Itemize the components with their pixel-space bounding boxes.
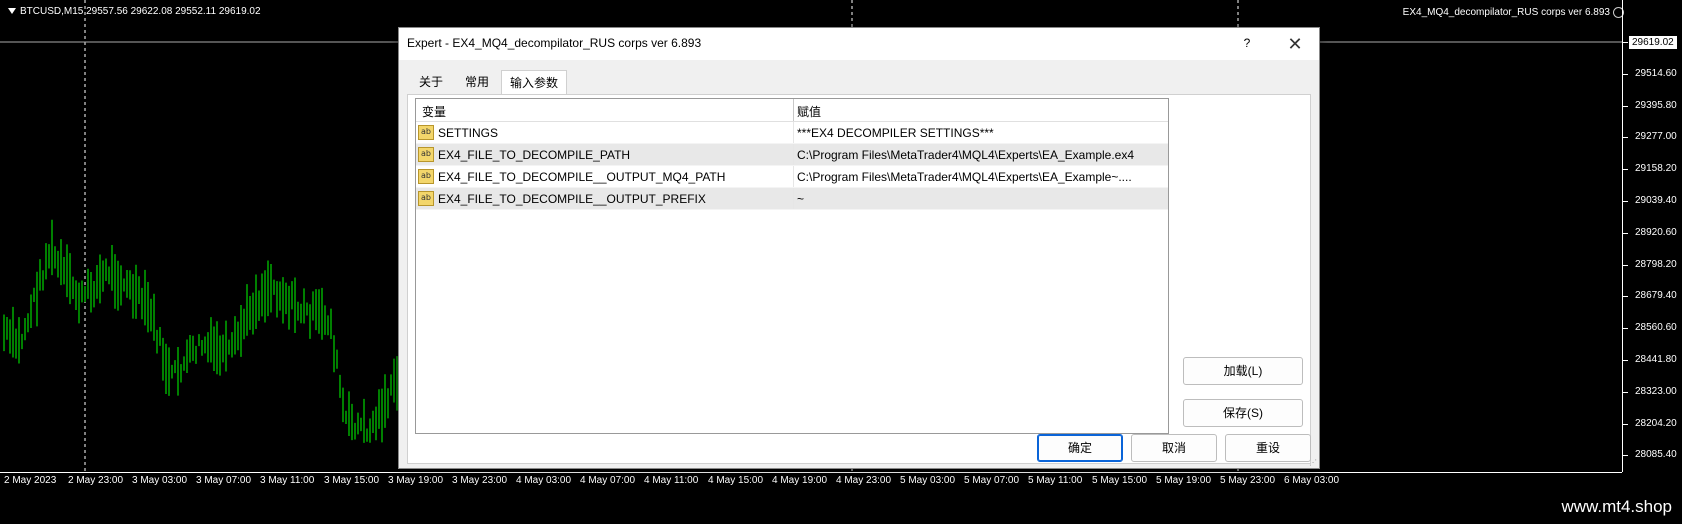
string-type-icon: ab (418, 125, 434, 140)
tab-about[interactable]: 关于 (413, 70, 449, 94)
time-tick-label: 4 May 19:00 (772, 475, 828, 486)
price-tick-label: 28204.20 (1623, 417, 1677, 429)
tab-inputs[interactable]: 输入参数 (501, 70, 568, 95)
price-tick-label: 28441.80 (1623, 354, 1677, 365)
time-tick-label: 3 May 07:00 (196, 475, 252, 486)
time-tick-label: 4 May 23:00 (836, 475, 892, 486)
time-tick-label: 3 May 03:00 (132, 475, 188, 486)
time-tick-label: 5 May 15:00 (1092, 475, 1148, 486)
table-row[interactable]: ab SETTINGS ***EX4 DECOMPILER SETTINGS**… (416, 122, 1168, 144)
save-button[interactable]: 保存(S) (1183, 399, 1303, 427)
price-axis: 29637.0029514.6029395.8029277.0029158.20… (1622, 0, 1682, 472)
price-tick-label: 29277.00 (1623, 131, 1677, 143)
string-type-icon: ab (418, 147, 434, 162)
current-price-label: 29619.02 (1629, 36, 1677, 49)
time-tick-label: 5 May 23:00 (1220, 475, 1276, 486)
expert-label: EX4_MQ4_decompilator_RUS corps ver 6.893 (1403, 7, 1624, 18)
time-axis: 2 May 2023 2 May 23:00 3 May 03:00 3 May 07… (0, 472, 1622, 493)
param-value[interactable]: ~ (797, 192, 1165, 206)
price-tick-label: 28679.40 (1623, 290, 1677, 302)
price-tick-label: 28085.40 (1623, 449, 1677, 461)
time-tick-label: 3 May 11:00 (260, 475, 315, 486)
table-row[interactable]: ab EX4_FILE_TO_DECOMPILE__OUTPUT_MQ4_PAT… (416, 166, 1168, 188)
time-tick-label: 5 May 07:00 (964, 475, 1020, 486)
param-value[interactable]: C:\Program Files\MetaTrader4\MQL4\Expert… (797, 148, 1165, 162)
param-name: EX4_FILE_TO_DECOMPILE__OUTPUT_MQ4_PATH (438, 170, 726, 184)
column-divider[interactable] (793, 99, 794, 121)
price-tick-label: 29039.40 (1623, 195, 1677, 206)
expert-label-text: EX4_MQ4_decompilator_RUS corps ver 6.893 (1402, 7, 1610, 19)
dropdown-triangle-icon[interactable] (8, 8, 16, 15)
reset-button[interactable]: 重设 (1225, 434, 1311, 462)
table-row[interactable]: ab EX4_FILE_TO_DECOMPILE__OUTPUT_PREFIX … (416, 188, 1168, 210)
tab-common[interactable]: 常用 (459, 70, 495, 94)
expert-properties-dialog: Expert - EX4_MQ4_decompilator_RUS corps … (398, 27, 1320, 469)
footer-bar: www.mt4.shop (0, 492, 1682, 524)
price-tick-label: 29514.60 (1623, 67, 1677, 79)
watermark: www.mt4.shop (1561, 497, 1672, 516)
ok-button[interactable]: 确定 (1037, 434, 1123, 462)
symbol-info-text: BTCUSD,M15 29557.56 29622.08 29552.11 29… (20, 6, 261, 17)
param-value[interactable]: ***EX4 DECOMPILER SETTINGS*** (797, 126, 1165, 140)
price-tick-label: 29158.20 (1623, 163, 1677, 175)
time-tick-label: 5 May 11:00 (1028, 475, 1083, 486)
column-header-variable[interactable]: 变量 (422, 103, 446, 120)
time-tick-label: 5 May 03:00 (900, 475, 956, 486)
time-tick-label: 2 May 23:00 (68, 475, 124, 486)
help-button[interactable]: ? (1235, 32, 1259, 54)
price-tick-label: 28323.00 (1623, 385, 1677, 397)
price-tick-label: 28560.60 (1623, 322, 1677, 334)
time-tick-label: 3 May 23:00 (452, 475, 508, 486)
column-header-value[interactable]: 赋值 (797, 103, 821, 120)
param-name: SETTINGS (438, 126, 499, 140)
time-tick-label: 5 May 19:00 (1156, 475, 1212, 486)
input-parameters-table[interactable]: 变量 赋值 ab SETTINGS ***EX4 DECOMPILER SETT… (415, 98, 1169, 434)
cancel-button[interactable]: 取消 (1131, 434, 1217, 462)
time-tick-label: 2 May 2023 (4, 475, 57, 486)
param-name: EX4_FILE_TO_DECOMPILE__OUTPUT_PREFIX (438, 192, 706, 206)
price-tick-label: 29395.80 (1623, 99, 1677, 111)
time-tick-label: 4 May 11:00 (644, 475, 699, 486)
dialog-titlebar[interactable]: Expert - EX4_MQ4_decompilator_RUS corps … (399, 28, 1319, 60)
close-button[interactable]: ✕ (1281, 32, 1309, 56)
time-tick-label: 3 May 19:00 (388, 475, 444, 486)
table-row[interactable]: ab EX4_FILE_TO_DECOMPILE_PATH C:\Program… (416, 144, 1168, 166)
dialog-title: Expert - EX4_MQ4_decompilator_RUS corps … (407, 36, 702, 50)
string-type-icon: ab (418, 169, 434, 184)
time-tick-label: 4 May 07:00 (580, 475, 636, 486)
time-tick-label: 6 May 03:00 (1284, 475, 1340, 486)
price-tick-label: 28798.20 (1623, 258, 1677, 270)
load-button[interactable]: 加载(L) (1183, 357, 1303, 385)
time-tick-label: 3 May 15:00 (324, 475, 380, 486)
table-header: 变量 赋值 (416, 99, 1168, 122)
param-name: EX4_FILE_TO_DECOMPILE_PATH (438, 148, 631, 162)
price-tick-label: 28920.60 (1623, 226, 1677, 238)
time-tick-label: 4 May 15:00 (708, 475, 764, 486)
symbol-info: BTCUSD,M15 29557.56 29622.08 29552.11 29… (8, 6, 261, 17)
time-tick-label: 4 May 03:00 (516, 475, 572, 486)
resize-grip-icon[interactable]: ⋰ (1309, 458, 1317, 467)
param-value[interactable]: C:\Program Files\MetaTrader4\MQL4\Expert… (797, 170, 1165, 184)
string-type-icon: ab (418, 191, 434, 206)
